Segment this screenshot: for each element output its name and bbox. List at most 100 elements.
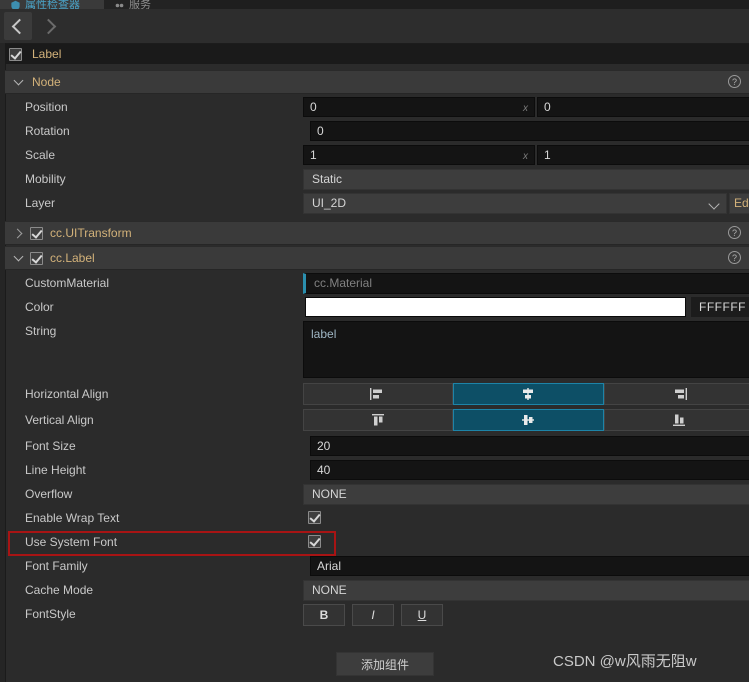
property-label-position: Position	[25, 100, 68, 114]
help-circle-icon[interactable]: ?	[728, 251, 741, 264]
forward-button[interactable]	[36, 12, 64, 40]
align-center-icon	[523, 388, 534, 400]
chevron-left-icon	[11, 18, 28, 34]
font-size-input[interactable]: 20	[310, 436, 749, 456]
twisty-expanded-icon[interactable]	[11, 75, 25, 86]
property-label-scale: Scale	[25, 148, 56, 162]
property-label-font-style: FontStyle	[25, 607, 76, 621]
cache-mode-value: NONE	[312, 583, 347, 597]
string-value: label	[311, 327, 337, 341]
inspector-panel: 属性检查器 服务 Label Node ? Position 0 x 0 Rot…	[0, 0, 749, 682]
align-right-icon-button[interactable]	[603, 383, 749, 405]
property-row-enable-wrap-text: Enable Wrap Text	[5, 506, 749, 530]
overflow-value: NONE	[312, 487, 347, 501]
align-bottom-icon	[672, 414, 685, 426]
section-header-node[interactable]: Node ?	[5, 70, 749, 94]
navigation-bar	[0, 9, 749, 44]
back-button[interactable]	[4, 12, 32, 40]
property-label-font-family: Font Family	[25, 559, 88, 573]
property-row-custom-material: CustomMaterial cc.Material	[5, 271, 749, 295]
scale-x-value: 1	[310, 148, 317, 162]
position-x-input[interactable]: 0 x	[303, 97, 535, 117]
property-row-horizontal-align: Horizontal Align	[5, 382, 749, 406]
inspector-icon	[11, 0, 20, 9]
mobility-dropdown[interactable]: Static	[303, 169, 749, 190]
property-row-font-style: FontStyle B I U	[5, 602, 749, 626]
ui-transform-enabled-checkbox[interactable]	[30, 226, 43, 240]
services-icon	[115, 3, 124, 8]
property-label-mobility: Mobility	[25, 172, 66, 186]
twisty-collapsed-icon[interactable]	[11, 228, 25, 238]
bold-button[interactable]: B	[303, 604, 345, 626]
tab-services[interactable]: 服务	[104, 0, 190, 9]
chevron-down-icon	[708, 198, 720, 210]
align-top-icon-button[interactable]	[303, 409, 454, 431]
tab-inspector[interactable]: 属性检查器	[0, 0, 104, 9]
enable-wrap-text-checkbox[interactable]	[308, 511, 321, 524]
align-middle-icon-button[interactable]	[453, 409, 604, 431]
node-header: Label	[5, 44, 749, 64]
add-component-button[interactable]: 添加组件	[336, 652, 434, 676]
twisty-expanded-icon[interactable]	[11, 251, 25, 262]
align-middle-icon	[522, 415, 535, 425]
layer-dropdown[interactable]: UI_2D	[303, 193, 727, 214]
vertical-align-group	[303, 409, 749, 431]
custom-material-placeholder: cc.Material	[314, 276, 373, 290]
property-row-string: String label	[5, 319, 749, 379]
property-row-position: Position 0 x 0	[5, 95, 749, 119]
property-row-cache-mode: Cache Mode NONE	[5, 578, 749, 602]
section-header-ui-transform[interactable]: cc.UITransform ?	[5, 221, 749, 245]
scale-y-input[interactable]: 1	[537, 145, 749, 165]
custom-material-asset-field[interactable]: cc.Material	[303, 273, 749, 294]
cache-mode-dropdown[interactable]: NONE	[303, 580, 749, 601]
position-x-value: 0	[310, 100, 317, 114]
font-family-value: Arial	[317, 559, 342, 573]
rotation-input[interactable]: 0	[310, 121, 749, 141]
font-size-value: 20	[317, 439, 331, 453]
property-label-color: Color	[25, 300, 54, 314]
scale-x-input[interactable]: 1 x	[303, 145, 535, 165]
overflow-dropdown[interactable]: NONE	[303, 484, 749, 505]
string-textarea[interactable]: label	[303, 321, 749, 378]
property-row-font-size: Font Size 20	[5, 434, 749, 458]
tab-inspector-label: 属性检查器	[25, 0, 80, 9]
rotation-value: 0	[317, 124, 324, 138]
property-row-scale: Scale 1 x 1	[5, 143, 749, 167]
underline-button[interactable]: U	[401, 604, 443, 626]
color-swatch[interactable]	[305, 297, 686, 317]
panel-tab-bar: 属性检查器 服务	[0, 0, 749, 9]
scale-y-value: 1	[544, 148, 551, 162]
section-title-ui-transform: cc.UITransform	[50, 226, 132, 240]
align-center-icon-button[interactable]	[453, 383, 604, 405]
use-system-font-checkbox[interactable]	[308, 535, 321, 548]
label-enabled-checkbox[interactable]	[30, 251, 43, 265]
property-label-font-size: Font Size	[25, 439, 76, 453]
watermark-text: CSDN @w风雨无阻w	[553, 653, 697, 670]
help-circle-icon[interactable]: ?	[728, 226, 741, 239]
font-family-input[interactable]: Arial	[310, 556, 749, 576]
property-row-font-family: Font Family Arial	[5, 554, 749, 578]
help-circle-icon[interactable]: ?	[728, 75, 741, 88]
property-label-line-height: Line Height	[25, 463, 86, 477]
layer-value: UI_2D	[312, 196, 347, 210]
line-height-input[interactable]: 40	[310, 460, 749, 480]
mobility-value: Static	[312, 172, 343, 186]
property-row-rotation: Rotation 0	[5, 119, 749, 143]
property-row-use-system-font: Use System Font	[5, 530, 749, 554]
color-hex-value[interactable]: FFFFFF	[691, 297, 749, 317]
horizontal-align-group	[303, 383, 749, 405]
italic-button[interactable]: I	[352, 604, 394, 626]
section-header-label[interactable]: cc.Label ?	[5, 246, 749, 270]
property-label-custom-material: CustomMaterial	[25, 276, 110, 290]
property-label-horizontal-align: Horizontal Align	[25, 387, 109, 401]
align-bottom-icon-button[interactable]	[603, 409, 749, 431]
node-enabled-checkbox[interactable]	[9, 47, 22, 61]
line-height-value: 40	[317, 463, 331, 477]
position-y-input[interactable]: 0	[537, 97, 749, 117]
layer-edit-button[interactable]: Ed	[729, 193, 749, 214]
node-name-label: Label	[32, 47, 62, 61]
section-title-node: Node	[32, 75, 61, 89]
property-label-use-system-font: Use System Font	[25, 535, 118, 549]
property-row-overflow: Overflow NONE	[5, 482, 749, 506]
align-left-icon-button[interactable]	[303, 383, 454, 405]
